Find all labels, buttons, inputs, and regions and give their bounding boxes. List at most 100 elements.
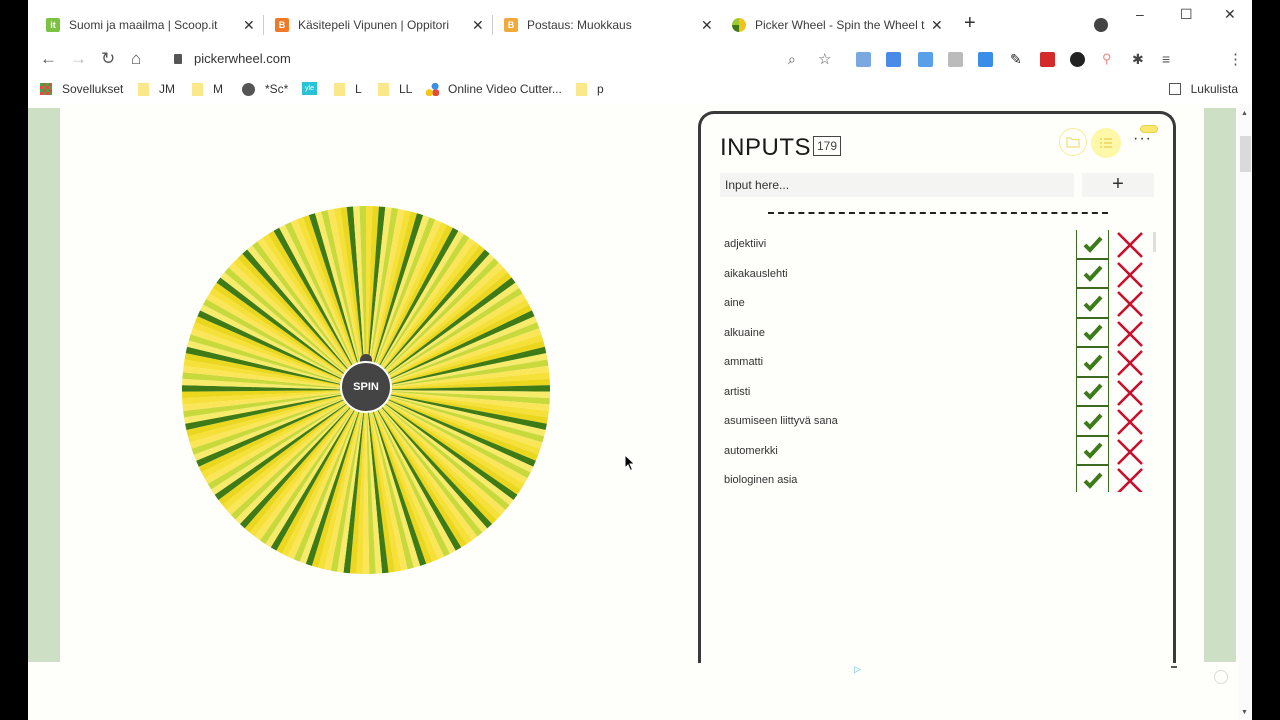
extension-icon[interactable] <box>856 52 871 67</box>
bookmark-folder[interactable]: L <box>334 82 362 96</box>
ad-choices-icon[interactable]: ▷ <box>854 664 861 675</box>
include-checkbox[interactable] <box>1076 348 1109 378</box>
tab-vipunen[interactable]: B Käsitepeli Vipunen | Oppitori ✕ <box>275 8 484 42</box>
more-options-button[interactable]: ··· <box>1133 130 1152 148</box>
bookmark-label: Online Video Cutter... <box>448 82 562 96</box>
location-pin-icon[interactable]: ⚲ <box>1102 51 1112 67</box>
globe-icon <box>242 82 255 96</box>
input-item-label[interactable]: alkuaine <box>724 327 765 339</box>
spy-extension-icon[interactable] <box>1070 52 1085 67</box>
close-icon[interactable]: ✕ <box>701 17 713 34</box>
folder-icon <box>576 82 587 96</box>
input-list-item: alkuaine <box>720 318 1160 348</box>
remove-cross-icon[interactable] <box>1116 231 1144 259</box>
inputs-list: adjektiivi aikakauslehti aine alkuaine ammat… <box>720 230 1160 492</box>
resize-extension-icon[interactable] <box>978 52 993 67</box>
reading-list-button[interactable]: Lukulista <box>1168 82 1238 96</box>
input-item-label[interactable]: ammatti <box>724 356 763 368</box>
forward-arrow-icon[interactable]: → <box>70 49 87 69</box>
close-ad-icon[interactable] <box>1214 670 1228 684</box>
input-list-item: adjektiivi <box>720 230 1160 260</box>
input-item-label[interactable]: aine <box>724 297 745 309</box>
remove-cross-icon[interactable] <box>1116 290 1144 318</box>
include-checkbox[interactable] <box>1076 259 1109 289</box>
spin-button[interactable]: SPIN <box>340 361 392 413</box>
input-item-label[interactable]: artisti <box>724 386 750 398</box>
tab-scoopit[interactable]: it Suomi ja maailma | Scoop.it ✕ <box>46 8 255 42</box>
include-checkbox[interactable] <box>1076 377 1109 407</box>
open-folder-button[interactable] <box>1059 128 1087 156</box>
scroll-down-icon[interactable]: ▼ <box>1241 709 1248 716</box>
remove-cross-icon[interactable] <box>1116 261 1144 289</box>
page-scrollbar[interactable]: ▲ ▼ <box>1238 104 1252 720</box>
bookmark-site[interactable]: *Sc* <box>242 82 288 96</box>
remove-cross-icon[interactable] <box>1116 379 1144 407</box>
left-margin-bar <box>28 108 60 662</box>
scroll-up-icon[interactable]: ▲ <box>1241 110 1248 117</box>
bookmark-yle[interactable]: yle <box>302 82 317 95</box>
bookmark-label: L <box>355 82 362 96</box>
checkmark-icon <box>1083 413 1102 430</box>
input-item-label[interactable]: adjektiivi <box>724 238 766 250</box>
bookmark-folder[interactable]: M <box>192 82 223 96</box>
close-icon[interactable]: ✕ <box>931 17 943 34</box>
remove-cross-icon[interactable] <box>1116 320 1144 348</box>
remove-cross-icon[interactable] <box>1116 438 1144 466</box>
back-arrow-icon[interactable]: ← <box>40 49 57 69</box>
book-extension-icon[interactable] <box>1040 52 1055 67</box>
picker-wheel[interactable]: SPIN <box>180 204 552 576</box>
input-entry-field[interactable] <box>720 173 1074 197</box>
include-checkbox[interactable] <box>1076 318 1109 348</box>
bookmark-apps[interactable]: Sovellukset <box>40 82 123 96</box>
remove-cross-icon[interactable] <box>1116 467 1144 492</box>
close-icon[interactable]: ✕ <box>243 17 255 34</box>
folder-icon <box>378 82 389 96</box>
tab-pickerwheel[interactable]: Picker Wheel - Spin the Wheel t ✕ <box>732 8 943 42</box>
tab-postaus[interactable]: B Postaus: Muokkaus ✕ <box>504 8 713 42</box>
tab-title: Suomi ja maailma | Scoop.it <box>69 18 218 32</box>
include-checkbox[interactable] <box>1076 289 1109 319</box>
tab-separator <box>492 15 493 35</box>
url-field[interactable]: pickerwheel.com <box>194 51 291 66</box>
remove-cross-icon[interactable] <box>1116 408 1144 436</box>
bookmark-label: p <box>597 82 604 96</box>
list-scrollbar[interactable] <box>1153 232 1156 252</box>
bookmark-folder[interactable]: p <box>576 82 604 96</box>
include-checkbox[interactable] <box>1076 407 1109 437</box>
add-input-button[interactable]: + <box>1082 173 1154 197</box>
input-item-label[interactable]: biologinen asia <box>724 474 797 486</box>
input-item-label[interactable]: aikakauslehti <box>724 268 788 280</box>
kebab-menu-icon[interactable]: ⋮ <box>1228 50 1243 68</box>
reload-icon[interactable]: ↻ <box>101 49 115 69</box>
include-checkbox[interactable] <box>1076 436 1109 466</box>
input-item-label[interactable]: asumiseen liittyvä sana <box>724 415 838 427</box>
bookmark-folder[interactable]: LL <box>378 82 412 96</box>
scrollbar-thumb[interactable] <box>1240 136 1251 172</box>
window-close-button[interactable]: ✕ <box>1224 6 1236 23</box>
close-icon[interactable]: ✕ <box>472 17 484 34</box>
input-item-label[interactable]: automerkki <box>724 445 778 457</box>
minimize-button[interactable]: – <box>1136 6 1144 22</box>
pen-icon[interactable]: ✎ <box>1010 51 1022 68</box>
bookmark-label: *Sc* <box>265 82 289 96</box>
extension-icon[interactable] <box>948 52 963 67</box>
bookmark-star-icon[interactable]: ☆ <box>818 50 831 68</box>
home-icon[interactable]: ⌂ <box>131 49 141 69</box>
translate-extension-icon[interactable] <box>886 52 901 67</box>
zoom-icon[interactable]: ⌕ <box>788 51 796 68</box>
list-view-button[interactable] <box>1091 128 1121 158</box>
remove-cross-icon[interactable] <box>1116 349 1144 377</box>
profile-icon[interactable] <box>1094 18 1108 32</box>
input-list-item: artisti <box>720 377 1160 407</box>
bookmark-site[interactable]: Online Video Cutter... <box>426 82 562 96</box>
puzzle-icon[interactable]: ✱ <box>1132 51 1144 68</box>
maximize-button[interactable]: ☐ <box>1180 6 1193 23</box>
new-tab-button[interactable]: + <box>964 12 976 35</box>
checkmark-icon <box>1083 265 1102 283</box>
extension-icon[interactable] <box>918 52 933 67</box>
bookmark-folder[interactable]: JM <box>138 82 175 96</box>
include-checkbox[interactable] <box>1076 466 1109 492</box>
media-icon[interactable]: ≡ <box>1162 51 1170 67</box>
blogger-icon: B <box>504 18 518 32</box>
include-checkbox[interactable] <box>1076 230 1109 260</box>
